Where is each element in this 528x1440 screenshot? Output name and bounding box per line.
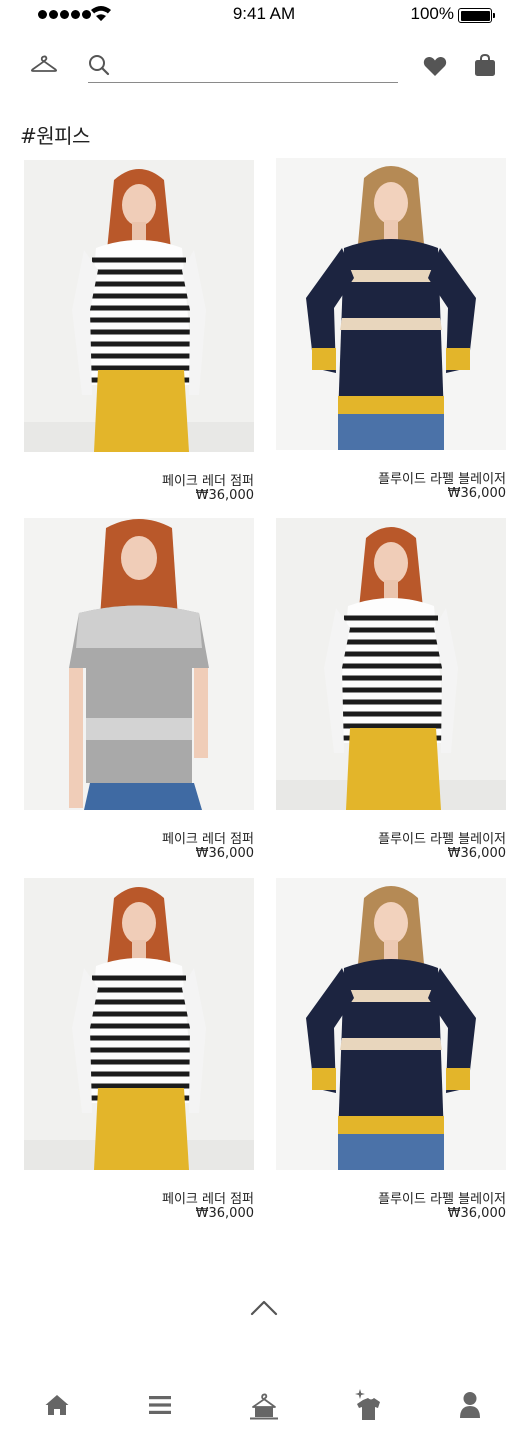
hanger-icon[interactable]: [30, 52, 58, 76]
product-card[interactable]: 페이크 레더 점퍼 ₩36,000: [24, 518, 254, 861]
product-price: ₩36,000: [447, 486, 506, 501]
search-input[interactable]: [118, 54, 394, 78]
product-photo-striped-top[interactable]: [24, 160, 254, 452]
product-name: 페이크 레더 점퍼: [162, 1192, 254, 1207]
tab-menu[interactable]: [144, 1388, 176, 1422]
product-name: 플루이드 라펠 블레이저: [378, 1192, 506, 1207]
header: [0, 40, 528, 96]
search-icon[interactable]: [88, 54, 110, 76]
chevron-up-icon[interactable]: [249, 1297, 279, 1317]
product-price: ₩36,000: [195, 846, 254, 861]
product-photo-striped-top[interactable]: [276, 518, 506, 810]
tab-style[interactable]: [351, 1388, 383, 1422]
product-price: ₩36,000: [447, 1206, 506, 1221]
product-card[interactable]: 플루이드 라펠 블레이저 ₩36,000: [276, 878, 506, 1221]
product-card[interactable]: 페이크 레더 점퍼 ₩36,000: [24, 878, 254, 1221]
sparkle-shirt-icon: [355, 1389, 380, 1420]
heart-icon[interactable]: [423, 55, 447, 77]
product-photo-striped-top[interactable]: [24, 878, 254, 1170]
product-name: 플루이드 라펠 블레이저: [378, 832, 506, 847]
bottom-tab-bar: [0, 1370, 528, 1440]
user-icon: [460, 1392, 480, 1418]
shopping-bag-icon[interactable]: [474, 53, 496, 77]
product-card[interactable]: 플루이드 라펠 블레이저 ₩36,000: [276, 518, 506, 861]
product-card[interactable]: 플루이드 라펠 블레이저 ₩36,000: [276, 158, 506, 501]
product-card[interactable]: 페이크 레더 점퍼 ₩36,000: [24, 160, 254, 503]
product-photo-navy-sweater[interactable]: [276, 158, 506, 450]
tab-profile[interactable]: [454, 1388, 486, 1422]
battery-percent: 100%: [410, 4, 454, 23]
tab-home[interactable]: [41, 1388, 73, 1422]
product-name: 플루이드 라펠 블레이저: [378, 472, 506, 487]
product-price: ₩36,000: [195, 1206, 254, 1221]
status-bar: 9:41 AM 100%: [0, 0, 528, 30]
menu-icon: [149, 1396, 171, 1414]
product-price: ₩36,000: [195, 488, 254, 503]
tab-closet[interactable]: [248, 1388, 280, 1422]
product-name: 페이크 레더 점퍼: [162, 474, 254, 489]
product-photo-grey-lace-tee[interactable]: [24, 518, 254, 810]
product-photo-navy-sweater[interactable]: [276, 878, 506, 1170]
home-icon: [45, 1395, 69, 1415]
category-title: #원피스: [20, 124, 90, 148]
search-bar: [88, 50, 398, 83]
product-name: 페이크 레더 점퍼: [162, 832, 254, 847]
product-price: ₩36,000: [447, 846, 506, 861]
hanger-rack-icon: [250, 1393, 278, 1420]
battery-icon: [458, 8, 495, 23]
